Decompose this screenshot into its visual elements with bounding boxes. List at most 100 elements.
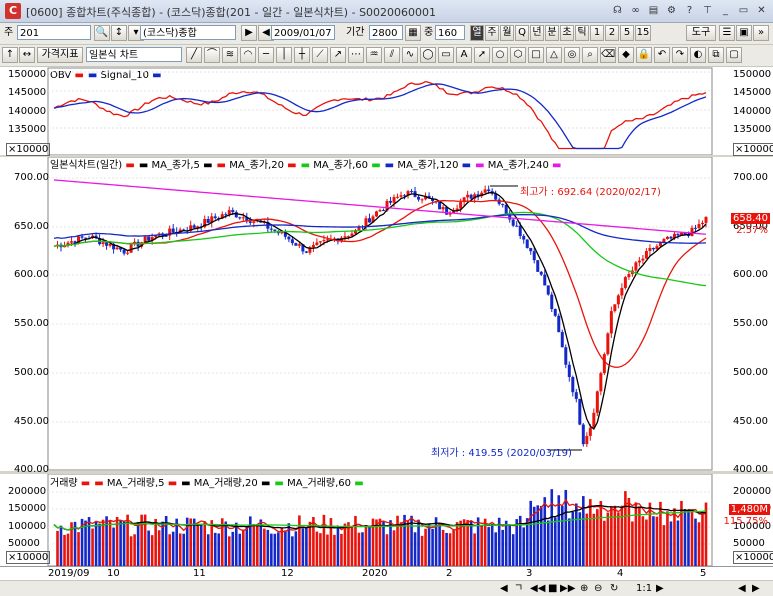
date-tick: 2019/09 (48, 568, 90, 579)
price-candle (693, 227, 697, 229)
volume-bar (333, 534, 336, 566)
volume-bar (592, 513, 596, 566)
price-candle (690, 227, 694, 237)
volume-bar (427, 523, 431, 566)
volume-bar (56, 530, 59, 566)
price-candle (70, 241, 74, 243)
price-candle (599, 373, 603, 392)
volume-bar (105, 516, 108, 566)
price-candle (585, 435, 589, 445)
price-candle (595, 391, 599, 413)
price-candle (644, 251, 648, 259)
volume-bar (94, 521, 98, 566)
obv-tick-left: 135000 (8, 124, 47, 135)
volume-bar (480, 525, 483, 566)
date-tick: 3 (526, 568, 533, 579)
price-candle (269, 228, 273, 230)
price-candle (623, 277, 627, 289)
volume-bar (697, 522, 701, 566)
volume-bar (213, 532, 217, 566)
price-tick-right: 400.00 (733, 464, 768, 475)
volume-bar (273, 533, 277, 566)
volume-bar (98, 523, 101, 566)
volume-tick-left: 150000 (8, 503, 47, 514)
price-candle (532, 251, 536, 261)
price-candle (364, 218, 368, 227)
price-candle (325, 239, 329, 241)
volume-bar (122, 520, 126, 566)
price-candle (553, 309, 557, 316)
volume-bar (368, 527, 371, 566)
price-candle (546, 285, 550, 295)
price-candle (634, 262, 638, 271)
stop-icon[interactable]: ■ (548, 582, 557, 595)
price-candle (522, 235, 526, 240)
price-candle (343, 236, 347, 238)
obv-tick-left: 145000 (8, 87, 47, 98)
price-candle (515, 225, 519, 227)
price-candle (483, 189, 487, 193)
zoom-in-icon[interactable]: ⊕ (580, 582, 588, 595)
price-candle (213, 216, 217, 219)
chart-scroll-right-icon[interactable]: ▶ (752, 582, 760, 595)
obv-tick-right: 150000 (733, 69, 772, 80)
date-tick: 10 (107, 568, 120, 579)
price-candle (241, 217, 245, 219)
price-candle (318, 241, 322, 243)
volume-bar (638, 506, 641, 566)
price-candle (171, 228, 175, 232)
price-candle (273, 229, 277, 231)
volume-bar (582, 496, 585, 566)
status-bar: ◀ ㄱ ◀◀ ■ ▶▶ ⊕ ⊖ ↻ 1:1 ▶ ◀ ▶ (0, 580, 773, 596)
fast-forward-icon[interactable]: ▶▶ (560, 582, 575, 595)
price-candle (224, 214, 228, 216)
price-tick-left: 700.00 (14, 172, 49, 183)
volume-bar (655, 516, 659, 566)
volume-bar (87, 517, 91, 566)
date-tick: 12 (281, 568, 294, 579)
price-candle (574, 392, 578, 399)
volume-bar (575, 503, 578, 566)
volume-bar (536, 505, 540, 566)
first-icon[interactable]: ㄱ (514, 582, 523, 595)
volume-bar (249, 516, 252, 566)
rewind-icon[interactable]: ◀◀ (530, 582, 545, 595)
volume-bar (301, 528, 305, 566)
price-candle (466, 194, 470, 198)
volume-bar (354, 515, 357, 566)
price-candle (80, 236, 84, 238)
volume-bar (256, 524, 259, 566)
price-candle (543, 274, 547, 286)
volume-bar (161, 521, 164, 566)
price-candle (420, 199, 424, 201)
price-candle (101, 242, 105, 245)
price-candle (665, 236, 669, 240)
volume-bar (662, 525, 666, 566)
volume-bar (413, 532, 417, 566)
scroll-left-icon[interactable]: ◀ (500, 582, 508, 595)
volume-bar (487, 527, 490, 566)
price-candle (578, 398, 582, 425)
volume-bar (350, 526, 354, 566)
volume-bar (504, 520, 508, 566)
volume-bar (157, 530, 161, 566)
last-price-tag: 658.40 (731, 213, 770, 224)
price-candle (697, 224, 701, 228)
scroll-right-icon[interactable]: ▶ (656, 582, 664, 595)
volume-bar (392, 530, 396, 566)
chart-scroll-left-icon[interactable]: ◀ (738, 582, 746, 595)
price-candle (122, 249, 126, 254)
reset-icon[interactable]: ↻ (610, 582, 618, 595)
zoom-out-icon[interactable]: ⊖ (594, 582, 602, 595)
volume-bar (610, 506, 613, 566)
volume-bar (252, 524, 256, 566)
volume-bar (452, 529, 455, 566)
volume-bar (136, 522, 140, 566)
price-candle (620, 288, 624, 296)
volume-bar (585, 513, 589, 566)
volume-bar (701, 512, 704, 566)
volume-bar (645, 519, 648, 566)
price-candle (676, 233, 680, 236)
volume-bar (178, 533, 182, 566)
price-candle (627, 274, 631, 278)
